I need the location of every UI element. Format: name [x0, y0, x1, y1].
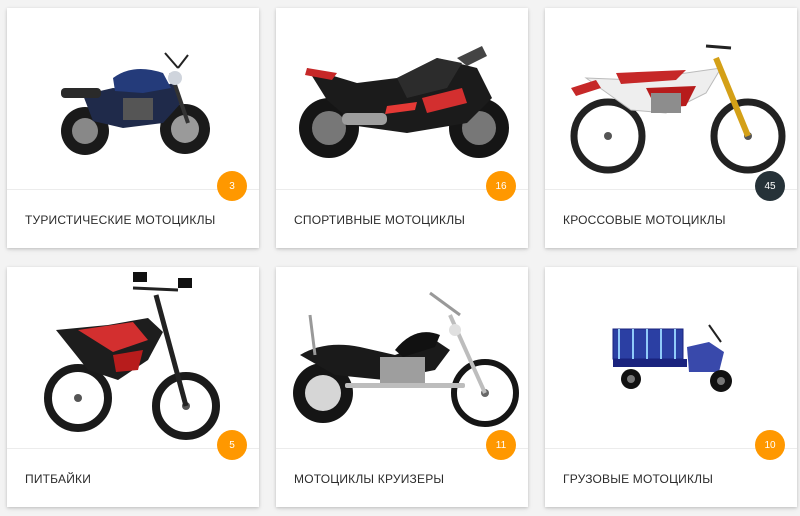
sport-motorcycle-icon [299, 46, 509, 158]
category-image[interactable] [545, 267, 797, 447]
item-count-badge: 5 [217, 430, 247, 460]
cruiser-motorcycle-icon [292, 291, 519, 427]
category-card-touring[interactable]: ТУРИСТИЧЕСКИЕ МОТОЦИКЛЫ 3 [7, 8, 259, 248]
category-label[interactable]: КРОССОВЫЕ МОТОЦИКЛЫ [563, 213, 726, 227]
category-card-pitbike[interactable]: ПИТБАЙКИ 5 [7, 267, 259, 507]
category-label[interactable]: ТУРИСТИЧЕСКИЕ МОТОЦИКЛЫ [25, 213, 215, 227]
item-count-badge: 11 [486, 430, 516, 460]
category-label[interactable]: ГРУЗОВЫЕ МОТОЦИКЛЫ [563, 472, 713, 486]
pit-bike-icon [44, 271, 220, 440]
category-image[interactable] [545, 8, 797, 188]
category-image[interactable] [7, 8, 259, 188]
category-card-motocross[interactable]: КРОССОВЫЕ МОТОЦИКЛЫ 45 [545, 8, 797, 248]
category-card-sport[interactable]: СПОРТИВНЫЕ МОТОЦИКЛЫ 16 [276, 8, 528, 248]
item-count-badge: 10 [755, 430, 785, 460]
category-image[interactable] [276, 267, 528, 447]
touring-motorcycle-icon [61, 52, 210, 155]
item-count-badge: 3 [217, 171, 247, 201]
category-card-cargo[interactable]: ГРУЗОВЫЕ МОТОЦИКЛЫ 10 [545, 267, 797, 507]
cargo-tricycle-icon [612, 324, 732, 392]
category-label[interactable]: ПИТБАЙКИ [25, 472, 91, 486]
item-count-badge: 16 [486, 171, 516, 201]
category-image[interactable] [7, 267, 259, 447]
category-label[interactable]: МОТОЦИКЛЫ КРУИЗЕРЫ [294, 472, 444, 486]
motocross-bike-icon [570, 44, 786, 174]
category-image[interactable] [276, 8, 528, 188]
item-count-badge: 45 [755, 171, 785, 201]
category-card-cruiser[interactable]: МОТОЦИКЛЫ КРУИЗЕРЫ 11 [276, 267, 528, 507]
category-label[interactable]: СПОРТИВНЫЕ МОТОЦИКЛЫ [294, 213, 465, 227]
